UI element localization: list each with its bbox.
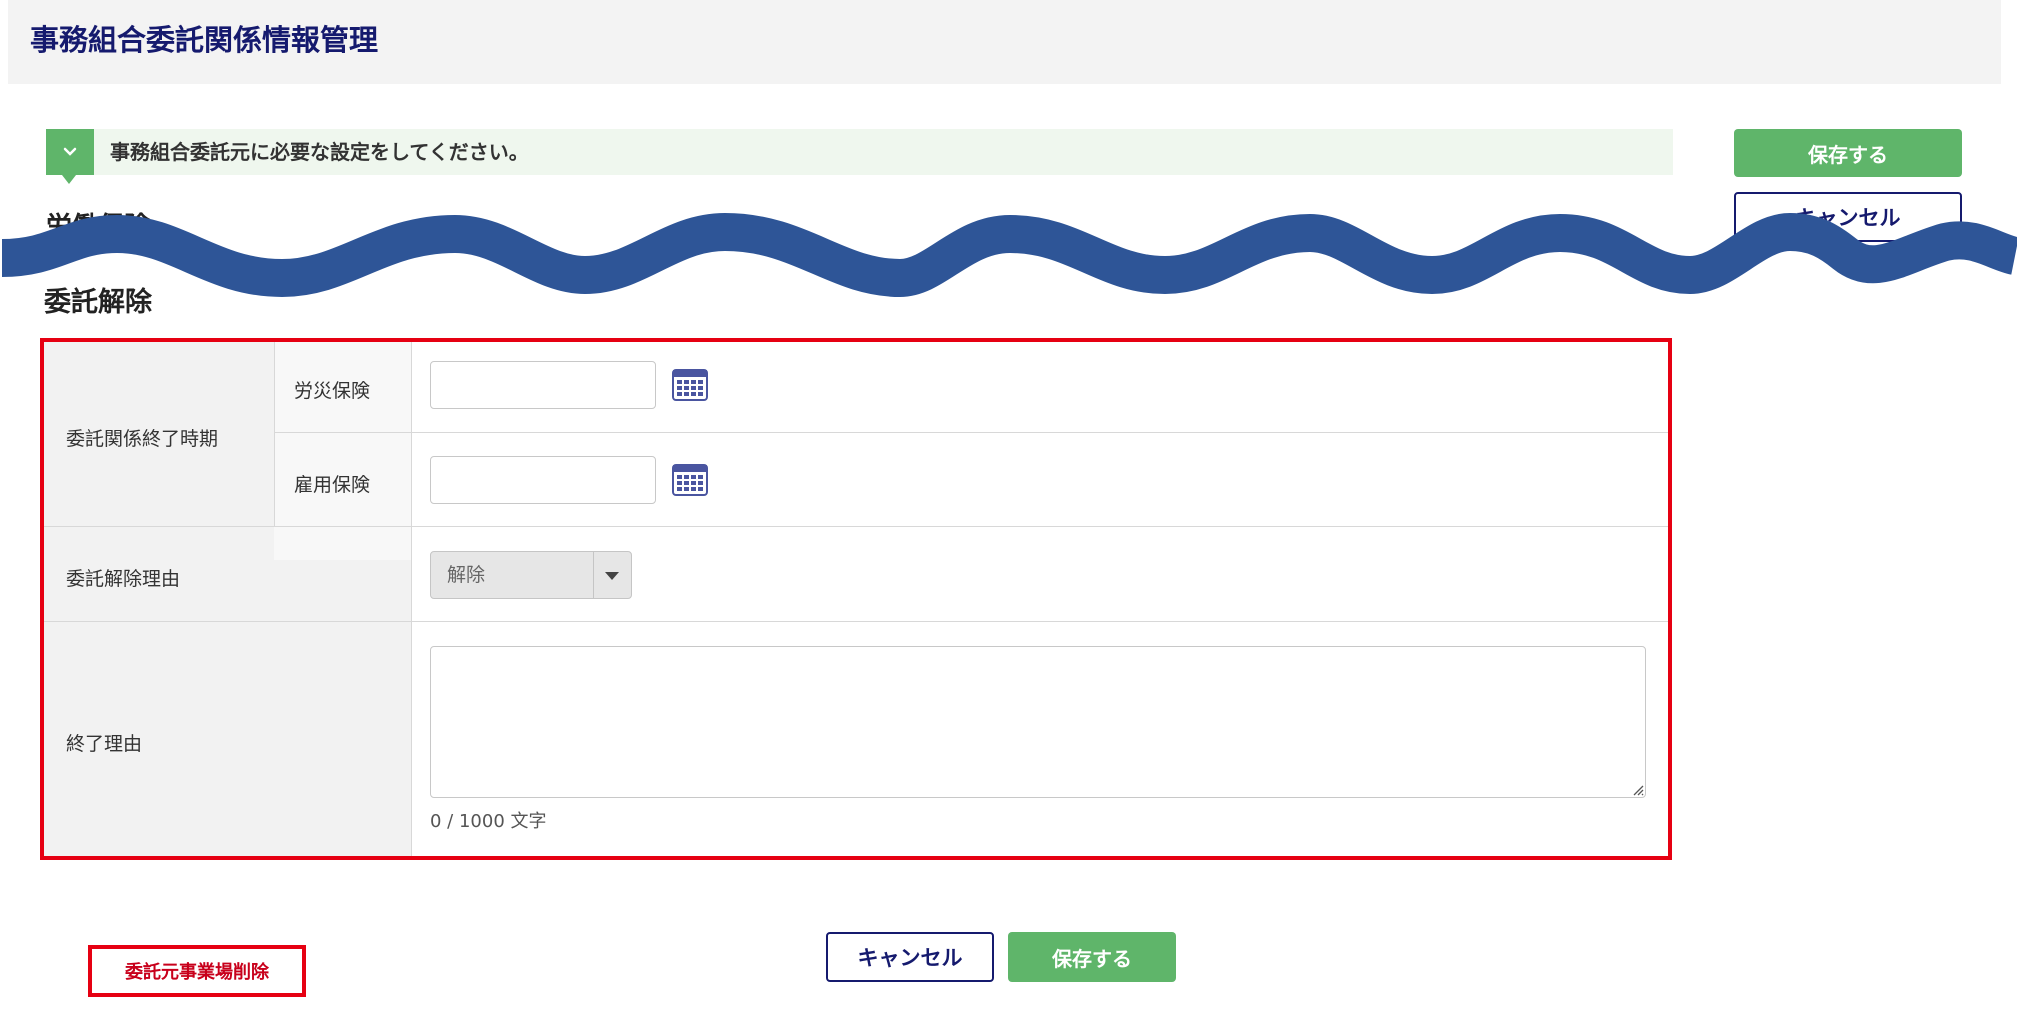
- page-title: 事務組合委託関係情報管理: [30, 23, 379, 57]
- section-heading-entrustment-cancel: 委託解除: [44, 287, 152, 318]
- row-divider: [274, 432, 1668, 433]
- end-reason-textarea[interactable]: [430, 646, 1646, 798]
- select-divider: [593, 552, 594, 598]
- chevron-down-icon: [63, 147, 77, 156]
- column-divider: [274, 342, 275, 526]
- row-divider: [44, 621, 1668, 622]
- end-period-label: 委託関係終了時期: [66, 428, 219, 450]
- cancel-reason-label: 委託解除理由: [66, 568, 181, 590]
- workers-comp-label: 労災保険: [294, 380, 371, 402]
- save-button-bottom[interactable]: 保存する: [1008, 932, 1176, 982]
- row-divider: [44, 526, 1668, 527]
- cancel-reason-select[interactable]: 解除: [430, 551, 632, 599]
- cancel-reason-selected-value: 解除: [447, 564, 486, 586]
- cancel-button-bottom[interactable]: キャンセル: [826, 932, 994, 982]
- label-cell-reasons: [44, 560, 411, 856]
- workers-comp-date-input[interactable]: [430, 361, 656, 409]
- delete-client-site-button[interactable]: 委託元事業場削除: [88, 945, 306, 997]
- save-button-top[interactable]: 保存する: [1734, 129, 1962, 177]
- character-count: 0 / 1000 文字: [430, 811, 547, 832]
- calendar-icon[interactable]: [672, 369, 708, 401]
- wave-separator: [1, 212, 2017, 298]
- resize-handle-icon[interactable]: [1632, 784, 1644, 796]
- calendar-icon[interactable]: [672, 464, 708, 496]
- column-divider: [411, 342, 412, 856]
- end-reason-label: 終了理由: [66, 733, 143, 755]
- caret-down-icon: [605, 572, 619, 580]
- info-toggle-button[interactable]: [46, 129, 94, 184]
- employment-insurance-label: 雇用保険: [294, 474, 371, 496]
- label-cell-sub: [274, 342, 411, 560]
- info-message: 事務組合委託元に必要な設定をしてください。: [110, 140, 529, 164]
- employment-insurance-date-input[interactable]: [430, 456, 656, 504]
